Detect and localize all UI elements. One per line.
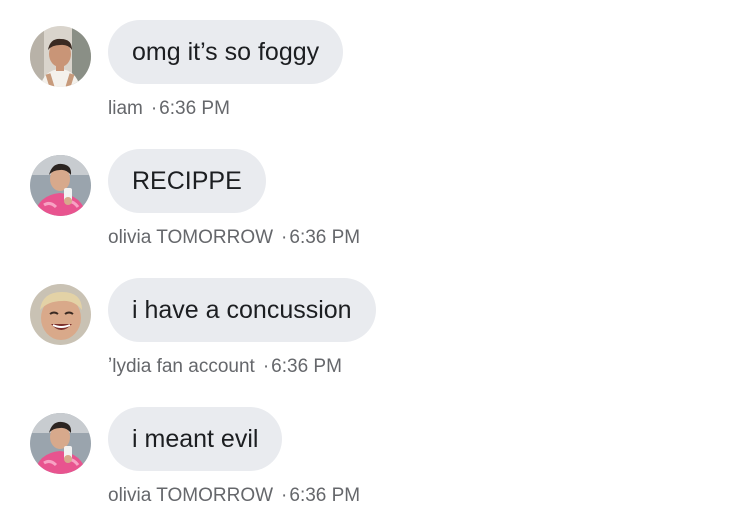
sender-avatar[interactable] (30, 155, 91, 216)
message-row: RECIPPE olivia TOMORROW · 6:36 PM (0, 129, 739, 258)
meta-separator: · (281, 485, 288, 506)
sender-avatar[interactable] (30, 26, 91, 87)
message-meta: ʼlydia fan account · 6:36 PM (108, 356, 342, 378)
sender-name[interactable]: olivia TOMORROW (108, 227, 273, 248)
message-meta: olivia TOMORROW · 6:36 PM (108, 485, 360, 507)
sender-name[interactable]: liam (108, 98, 143, 119)
meta-separator: · (281, 227, 288, 248)
message-bubble[interactable]: i have a concussion (108, 278, 376, 342)
meta-separator: · (262, 356, 270, 377)
laughing-blond-avatar (30, 284, 91, 345)
sender-avatar[interactable] (30, 284, 91, 345)
boy-tank-top-avatar (30, 26, 91, 87)
message-time: 6:36 PM (289, 485, 361, 506)
message-bubble[interactable]: omg it’s so foggy (108, 20, 344, 84)
sender-avatar[interactable] (30, 413, 91, 474)
message-meta: olivia TOMORROW · 6:36 PM (108, 227, 360, 249)
message-time: 6:36 PM (271, 356, 342, 377)
pink-shirt-selfie-avatar (30, 413, 91, 474)
message-time: 6:36 PM (289, 227, 361, 248)
meta-separator: · (150, 98, 158, 119)
message-time: 6:36 PM (159, 98, 230, 119)
message-row: i meant evil olivia TOMORROW · 6:36 PM (0, 387, 739, 516)
sender-name[interactable]: ʼlydia fan account (108, 356, 255, 377)
message-meta: liam · 6:36 PM (108, 98, 230, 120)
pink-shirt-selfie-avatar (30, 155, 91, 216)
chat-thread: omg it’s so foggy liam · 6:36 PM RECIPPE o… (0, 0, 739, 532)
sender-name[interactable]: olivia TOMORROW (108, 485, 273, 506)
message-bubble[interactable]: i meant evil (108, 407, 283, 471)
message-row: omg it’s so foggy liam · 6:36 PM (0, 0, 739, 129)
message-bubble[interactable]: RECIPPE (108, 149, 266, 213)
message-row: i have a concussion ʼlydia fan account · 6… (0, 258, 739, 387)
